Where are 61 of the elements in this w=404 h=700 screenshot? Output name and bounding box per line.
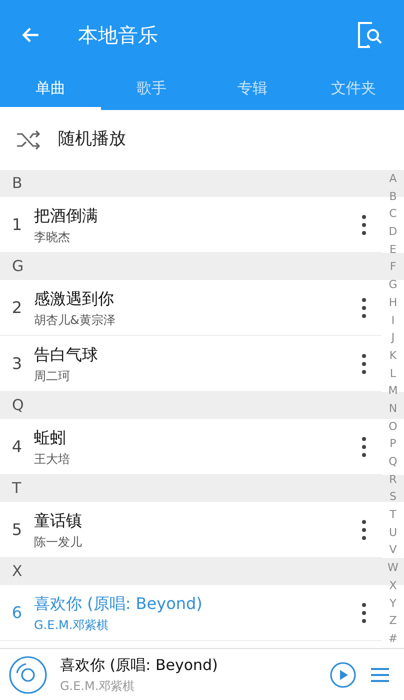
song-artist: 周二珂	[34, 368, 71, 384]
disc-icon	[8, 654, 48, 694]
song-artist: 陈一发儿	[34, 534, 83, 550]
song-artist: G.E.M.邓紫棋	[34, 616, 110, 634]
index-letter[interactable]: O	[388, 420, 398, 434]
now-playing-artist: G.E.M.邓紫棋	[60, 678, 136, 695]
index-letter[interactable]: Q	[388, 455, 398, 469]
index-letter[interactable]: X	[389, 578, 397, 593]
index-letter[interactable]: B	[389, 190, 397, 204]
index-letter[interactable]: H	[388, 296, 398, 310]
now-playing-title: 喜欢你 (原唱: Beyond)	[60, 655, 219, 676]
song-title: 喜欢你 (原唱: Beyond)	[34, 592, 204, 614]
index-letter[interactable]: L	[390, 366, 396, 381]
index-letter[interactable]: #	[388, 632, 398, 646]
play-icon[interactable]	[330, 662, 356, 688]
index-letter[interactable]: F	[390, 260, 396, 274]
song-number: 5	[10, 518, 24, 540]
section-letter: T	[12, 478, 22, 500]
index-letter[interactable]: E	[390, 242, 396, 257]
index-letter[interactable]: R	[389, 472, 397, 487]
song-title: 告白气球	[34, 344, 99, 366]
section-letter: B	[12, 173, 22, 194]
index-letter[interactable]: J	[391, 331, 395, 346]
section-letter: X	[12, 561, 22, 582]
index-letter[interactable]: K	[389, 348, 397, 363]
tab[interactable]: 专辑	[202, 70, 303, 110]
index-letter[interactable]: T	[390, 508, 396, 522]
index-letter[interactable]: I	[391, 314, 395, 328]
song-number: 4	[10, 436, 24, 458]
tab[interactable]: 单曲	[0, 70, 101, 110]
index-letter[interactable]: P	[390, 437, 396, 452]
index-letter[interactable]: S	[390, 490, 396, 504]
index-letter[interactable]: A	[389, 172, 397, 186]
song-number: 6	[10, 602, 24, 624]
page-title: 本地音乐	[78, 22, 158, 49]
index-letter[interactable]: V	[389, 543, 397, 558]
song-title: 蚯蚓	[34, 426, 67, 448]
song-number: 3	[10, 352, 24, 374]
song-artist: 李晓杰	[34, 228, 71, 246]
song-title: 把酒倒满	[34, 204, 99, 226]
index-letter[interactable]: N	[388, 402, 398, 416]
index-letter[interactable]: G	[388, 278, 398, 292]
index-letter[interactable]: U	[388, 526, 398, 540]
section-letter: Q	[12, 395, 24, 416]
song-title: 童话镇	[34, 510, 83, 532]
song-number: 1	[10, 214, 24, 236]
song-artist: 胡杏儿&黄宗泽	[34, 312, 116, 328]
shuffle-button[interactable]: 随机播放	[0, 110, 404, 170]
tab[interactable]: 歌手	[101, 70, 202, 110]
index-letter[interactable]: C	[389, 207, 397, 222]
song-title: 感激遇到你	[34, 288, 115, 310]
index-letter[interactable]: Y	[390, 596, 396, 610]
index-letter[interactable]: M	[388, 384, 398, 398]
section-letter: G	[12, 256, 24, 278]
index-letter[interactable]: D	[388, 225, 398, 240]
shuffle-icon	[16, 129, 42, 151]
index-letter[interactable]: W	[388, 561, 398, 576]
song-number: 2	[10, 296, 24, 318]
song-artist: 王大培	[34, 450, 71, 468]
tab[interactable]: 文件夹	[303, 70, 404, 110]
index-letter[interactable]: Z	[389, 614, 397, 628]
